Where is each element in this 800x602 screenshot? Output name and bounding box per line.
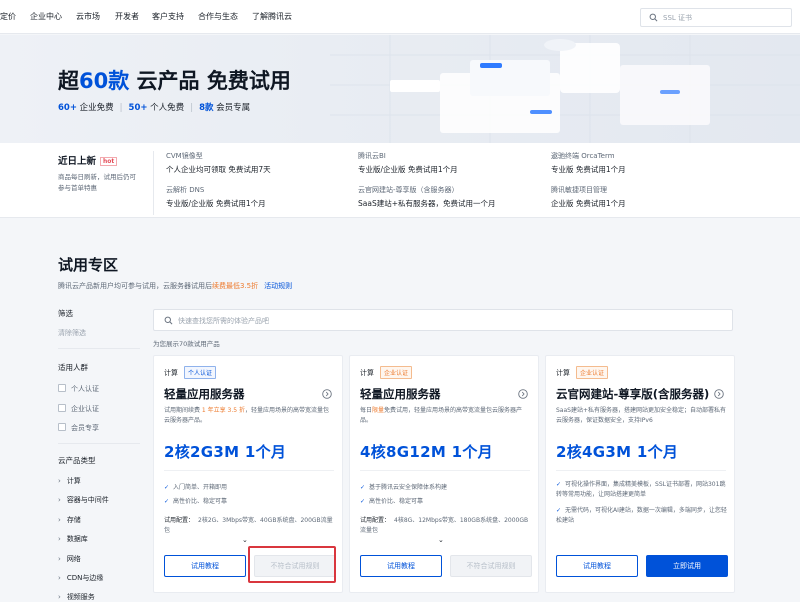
- new-arrivals-desc: 商品每日刷新，试用后仍可参与首单特惠: [58, 173, 136, 192]
- new-arrivals-title: 近日上新: [58, 156, 97, 167]
- nav-item-about[interactable]: 了解腾讯云: [252, 11, 292, 22]
- chevron-right-icon: ›: [58, 477, 61, 485]
- card-tag: 企业认证: [380, 366, 413, 379]
- new-arrival-item[interactable]: 云官网建站-尊享版（含服务器） SaaS建站+私有服务器，免费试用一个月: [358, 185, 496, 209]
- arrow-right-circle-icon[interactable]: [518, 389, 528, 399]
- card-category: 计算: [360, 369, 374, 377]
- hero-title: 超60款 云产品 免费试用: [58, 69, 291, 93]
- new-arrivals-panel: 近日上新 hot 商品每日刷新，试用后仍可参与首单特惠 CVM镜像型 个人企业均可领…: [0, 143, 800, 218]
- nav-search-box[interactable]: SSL 证书: [640, 8, 792, 27]
- checkbox-icon: [58, 404, 66, 412]
- expand-chevron-icon[interactable]: ⌄: [242, 536, 248, 544]
- new-arrivals-header: 近日上新 hot 商品每日刷新，试用后仍可参与首单特惠: [58, 153, 136, 194]
- check-icon: ✓: [360, 484, 366, 491]
- category-database[interactable]: › 数据库: [58, 534, 88, 544]
- card-feature: ✓ 高性价比、稳定可靠: [164, 498, 228, 505]
- hero-stats: 60+ 企业免费 | 50+ 个人免费 | 8款 会员专属: [58, 103, 251, 113]
- clear-filter-link[interactable]: 清除筛选: [58, 328, 86, 338]
- card-feature: ✓ 可视化操作界面，集成精美模板，SSL证书部署，网站301跳转等常用功能，让网站…: [556, 481, 726, 498]
- chevron-right-icon: ›: [58, 555, 61, 563]
- trial-guide-button[interactable]: 试用教程: [360, 555, 442, 577]
- card-title[interactable]: 轻量应用服务器: [360, 386, 441, 402]
- hero-banner: 超60款 云产品 免费试用 60+ 企业免费 | 50+ 个人免费 | 8款 会员专属: [0, 35, 800, 143]
- product-card: 计算 企业认证 云官网建站-尊享版(含服务器) SaaS建站+私有服务器，搭建网…: [545, 355, 735, 593]
- top-nav: 定价 企业中心 云市场 开发者 客户支持 合作与生态 了解腾讯云 SSL 证书: [0, 0, 800, 34]
- card-tag: 个人认证: [184, 366, 217, 379]
- check-icon: ✓: [556, 481, 562, 488]
- category-compute[interactable]: › 计算: [58, 476, 81, 486]
- card-tag: 企业认证: [576, 366, 609, 379]
- chevron-right-icon: ›: [58, 516, 61, 524]
- card-desc: SaaS建站+私有服务器，搭建网站更加安全稳定；自动部署私有云服务器，保证数据安…: [556, 407, 726, 424]
- checkbox-enterprise[interactable]: 企业认证: [58, 404, 99, 414]
- checkbox-member[interactable]: 会员专享: [58, 423, 99, 433]
- nav-item-pricing[interactable]: 定价: [0, 11, 16, 22]
- card-spec: 2核2G3M 1个月: [164, 443, 287, 461]
- category-video[interactable]: › 视频服务: [58, 592, 95, 602]
- product-search-placeholder: 快速查找您所需的体验产品吧: [178, 317, 269, 325]
- highlight-box: [248, 546, 336, 583]
- card-category: 计算: [556, 369, 570, 377]
- card-feature: ✓ 入门简单、开箱即用: [164, 484, 228, 491]
- filter-header: 筛选 清除筛选: [58, 308, 138, 337]
- category-cdn[interactable]: › CDN与边缘: [58, 573, 103, 583]
- card-feature: ✓ 基于腾讯云安全保障体系构建: [360, 484, 448, 491]
- section-title: 试用专区: [58, 256, 119, 274]
- checkbox-personal[interactable]: 个人认证: [58, 384, 99, 394]
- category-network[interactable]: › 网络: [58, 554, 81, 564]
- card-config: 试用配置： 2核2G、3Mbps带宽、40GB系统盘、200GB流量包: [164, 517, 333, 534]
- audience-group-title: 适用人群: [58, 363, 88, 372]
- try-now-button[interactable]: 立即试用: [646, 555, 728, 577]
- chevron-right-icon: ›: [58, 574, 61, 582]
- nav-item-enterprise[interactable]: 企业中心: [30, 11, 62, 22]
- search-icon: [164, 316, 173, 325]
- rules-link[interactable]: 活动规则: [264, 282, 292, 290]
- trial-guide-button[interactable]: 试用教程: [164, 555, 246, 577]
- card-title[interactable]: 云官网建站-尊享版(含服务器): [556, 386, 709, 402]
- checkbox-icon: [58, 423, 66, 431]
- hero-illustration: [330, 35, 800, 143]
- not-eligible-button[interactable]: 不符合试用规则: [450, 555, 532, 577]
- card-spec: 4核8G12M 1个月: [360, 443, 493, 461]
- nav-item-partners[interactable]: 合作与生态: [198, 11, 238, 22]
- search-icon: [649, 13, 658, 22]
- product-type-title: 云产品类型: [58, 456, 96, 465]
- card-config: 试用配置： 4核8G、12Mbps带宽、180GB系统盘、2000GB流量包: [360, 517, 529, 534]
- check-icon: ✓: [360, 498, 366, 505]
- new-arrival-item[interactable]: 腾讯云BI 专业版/企业版 免费试用1个月: [358, 151, 458, 175]
- card-category: 计算: [164, 369, 178, 377]
- result-count: 为您展示70款试用产品: [153, 340, 220, 348]
- new-arrival-item[interactable]: 腾讯敏捷项目管理 企业版 免费试用1个月: [551, 185, 626, 209]
- card-desc: 每日限量免费试用，轻量应用场景的高带宽流量包云服务器产品。: [360, 407, 523, 424]
- arrow-right-circle-icon[interactable]: [714, 389, 724, 399]
- category-storage[interactable]: › 存储: [58, 515, 81, 525]
- new-arrival-item[interactable]: 云解析 DNS 专业版/企业版 免费试用1个月: [166, 185, 266, 209]
- card-title[interactable]: 轻量应用服务器: [164, 386, 245, 402]
- nav-search-placeholder: SSL 证书: [663, 14, 693, 22]
- check-icon: ✓: [164, 498, 170, 505]
- section-desc: 腾讯云产品新用户均可参与试用，云服务器试用后续费最低3.5折 活动规则: [58, 282, 293, 290]
- card-feature: ✓ 无需代码，可视化AI建站，数据一次编辑，多端同步，让您轻松建站: [556, 507, 727, 524]
- hot-badge: hot: [100, 157, 118, 166]
- check-icon: ✓: [164, 484, 170, 491]
- check-icon: ✓: [556, 507, 562, 514]
- card-feature: ✓ 高性价比、稳定可靠: [360, 498, 424, 505]
- nav-item-support[interactable]: 客户支持: [152, 11, 184, 22]
- nav-item-developer[interactable]: 开发者: [115, 11, 139, 22]
- filter-title: 筛选: [58, 309, 73, 318]
- new-arrival-item[interactable]: 遨驰终端 OrcaTerm 专业版 免费试用1个月: [551, 151, 626, 175]
- product-card: 计算 企业认证 轻量应用服务器 每日限量免费试用，轻量应用场景的高带宽流量包云服…: [349, 355, 539, 593]
- card-desc: 试用期间续费 1 年立享 3.5 折，轻量应用场景的高带宽流量包云服务器产品。: [164, 407, 330, 424]
- product-search-input[interactable]: 快速查找您所需的体验产品吧: [153, 309, 733, 331]
- nav-item-marketplace[interactable]: 云市场: [76, 11, 100, 22]
- expand-chevron-icon[interactable]: ⌄: [438, 536, 444, 544]
- chevron-right-icon: ›: [58, 496, 61, 504]
- category-container[interactable]: › 容器与中间件: [58, 495, 109, 505]
- trial-guide-button[interactable]: 试用教程: [556, 555, 638, 577]
- checkbox-icon: [58, 384, 66, 392]
- card-spec: 2核4G3M 1个月: [556, 443, 679, 461]
- chevron-right-icon: ›: [58, 535, 61, 543]
- new-arrival-item[interactable]: CVM镜像型 个人企业均可领取 免费试用7天: [166, 151, 271, 175]
- arrow-right-circle-icon[interactable]: [322, 389, 332, 399]
